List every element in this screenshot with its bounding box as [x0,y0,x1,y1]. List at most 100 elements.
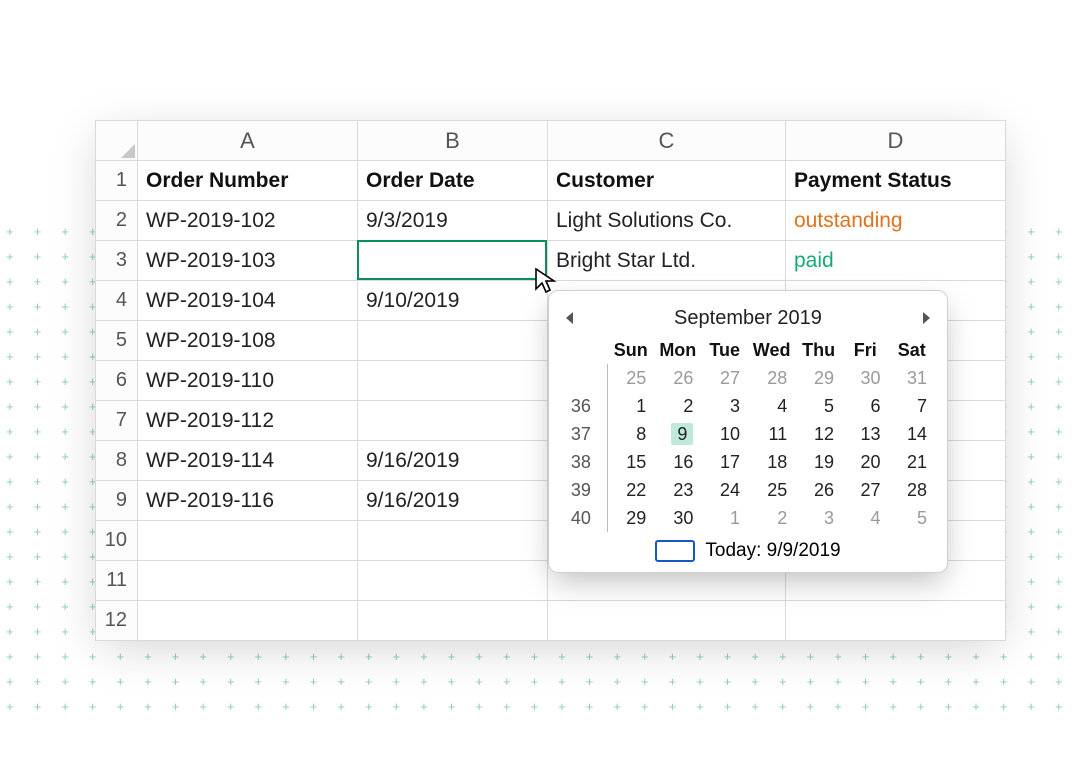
cell-B10[interactable] [358,521,548,561]
calendar-day[interactable]: 1 [607,392,654,420]
calendar-day[interactable]: 13 [842,420,888,448]
cell-B8[interactable]: 9/16/2019 [358,441,548,481]
today-button[interactable]: Today: 9/9/2019 [705,540,840,562]
column-header-C[interactable]: C [548,121,786,161]
cell-A1[interactable]: Order Number [138,161,358,201]
cell-C3[interactable]: Bright Star Ltd. [548,241,786,281]
cell-A9[interactable]: WP-2019-116 [138,481,358,521]
calendar-day[interactable]: 31 [888,364,935,392]
cell-C2[interactable]: Light Solutions Co. [548,201,786,241]
date-picker-popup: September 2019 SunMonTueWedThuFriSat 252… [548,290,948,573]
row-header-7[interactable]: 7 [96,401,138,441]
calendar-day[interactable]: 6 [842,392,888,420]
calendar-day[interactable]: 21 [888,448,935,476]
row-header-8[interactable]: 8 [96,441,138,481]
row-header-11[interactable]: 11 [96,561,138,601]
cell-B5[interactable] [358,321,548,361]
cell-A12[interactable] [138,601,358,641]
prev-month-button[interactable] [561,309,579,327]
column-header-B[interactable]: B [358,121,548,161]
calendar-day[interactable]: 17 [701,448,748,476]
calendar-day[interactable]: 5 [888,504,935,532]
calendar-day[interactable]: 16 [654,448,701,476]
cell-D12[interactable] [786,601,1006,641]
cell-A11[interactable] [138,561,358,601]
calendar-day[interactable]: 4 [842,504,888,532]
cell-B3[interactable] [358,241,548,281]
column-header-A[interactable]: A [138,121,358,161]
calendar-day[interactable]: 1 [701,504,748,532]
column-header-D[interactable]: D [786,121,1006,161]
row-header-2[interactable]: 2 [96,201,138,241]
calendar-day[interactable]: 3 [795,504,842,532]
calendar-day[interactable]: 19 [795,448,842,476]
cell-A8[interactable]: WP-2019-114 [138,441,358,481]
calendar-day[interactable]: 10 [701,420,748,448]
calendar-day[interactable]: 23 [654,476,701,504]
calendar-day[interactable]: 4 [748,392,795,420]
cell-D1[interactable]: Payment Status [786,161,1006,201]
calendar-day[interactable]: 9 [654,420,701,448]
calendar-day[interactable]: 29 [607,504,654,532]
calendar-day[interactable]: 15 [607,448,654,476]
row-header-9[interactable]: 9 [96,481,138,521]
calendar-day[interactable]: 2 [748,504,795,532]
calendar-day[interactable]: 8 [607,420,654,448]
cell-D3[interactable]: paid [786,241,1006,281]
calendar-day[interactable]: 7 [888,392,935,420]
calendar-day[interactable]: 28 [748,364,795,392]
cell-B2[interactable]: 9/3/2019 [358,201,548,241]
calendar-day[interactable]: 14 [888,420,935,448]
cell-B6[interactable] [358,361,548,401]
cell-A10[interactable] [138,521,358,561]
cell-B4[interactable]: 9/10/2019 [358,281,548,321]
cell-B1[interactable]: Order Date [358,161,548,201]
calendar-day[interactable]: 22 [607,476,654,504]
week-number-38: 38 [561,448,607,476]
cell-A4[interactable]: WP-2019-104 [138,281,358,321]
calendar-day[interactable]: 28 [888,476,935,504]
next-month-button[interactable] [917,309,935,327]
row-header-3[interactable]: 3 [96,241,138,281]
calendar-day[interactable]: 27 [701,364,748,392]
calendar-day[interactable]: 30 [654,504,701,532]
select-all-corner[interactable] [96,121,138,161]
calendar-day[interactable]: 20 [842,448,888,476]
calendar-day[interactable]: 5 [795,392,842,420]
row-header-10[interactable]: 10 [96,521,138,561]
cell-A7[interactable]: WP-2019-112 [138,401,358,441]
weekday-header-mon: Mon [654,337,701,364]
weekday-header-sat: Sat [888,337,935,364]
row-header-4[interactable]: 4 [96,281,138,321]
calendar-day[interactable]: 29 [795,364,842,392]
cell-D2[interactable]: outstanding [786,201,1006,241]
cell-A2[interactable]: WP-2019-102 [138,201,358,241]
calendar-day[interactable]: 11 [748,420,795,448]
cell-A6[interactable]: WP-2019-110 [138,361,358,401]
cell-B12[interactable] [358,601,548,641]
cell-B7[interactable] [358,401,548,441]
calendar-day[interactable]: 3 [701,392,748,420]
weekday-header-wed: Wed [748,337,795,364]
cell-C1[interactable]: Customer [548,161,786,201]
calendar-day[interactable]: 2 [654,392,701,420]
calendar-day[interactable]: 26 [795,476,842,504]
row-header-1[interactable]: 1 [96,161,138,201]
row-header-12[interactable]: 12 [96,601,138,641]
cell-C12[interactable] [548,601,786,641]
week-number-40: 40 [561,504,607,532]
row-header-5[interactable]: 5 [96,321,138,361]
calendar-day[interactable]: 12 [795,420,842,448]
calendar-day[interactable]: 26 [654,364,701,392]
calendar-day[interactable]: 24 [701,476,748,504]
calendar-day[interactable]: 25 [607,364,654,392]
calendar-day[interactable]: 18 [748,448,795,476]
row-header-6[interactable]: 6 [96,361,138,401]
cell-A5[interactable]: WP-2019-108 [138,321,358,361]
calendar-day[interactable]: 30 [842,364,888,392]
calendar-day[interactable]: 25 [748,476,795,504]
cell-B9[interactable]: 9/16/2019 [358,481,548,521]
cell-B11[interactable] [358,561,548,601]
cell-A3[interactable]: WP-2019-103 [138,241,358,281]
calendar-day[interactable]: 27 [842,476,888,504]
